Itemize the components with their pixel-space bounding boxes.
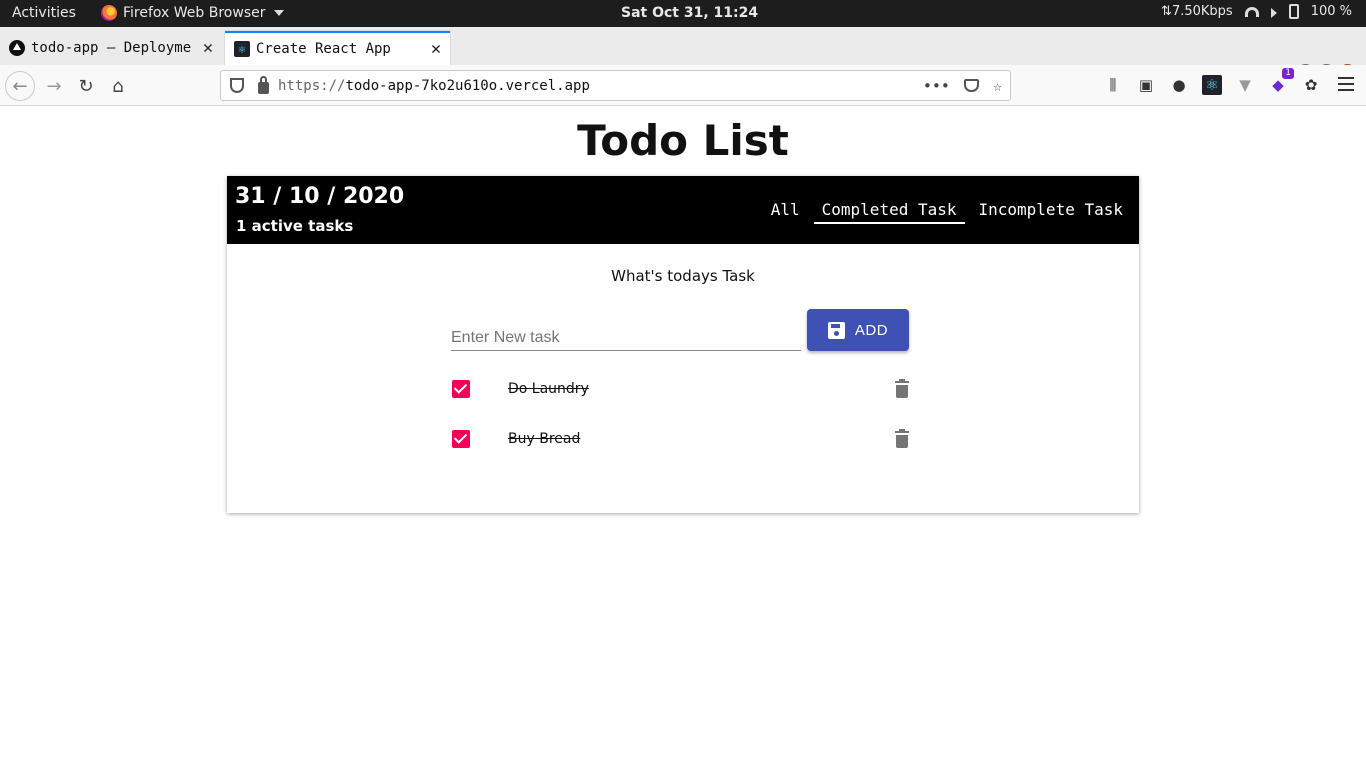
system-status-area[interactable]: ⇅7.50Kbps 100 % bbox=[1161, 4, 1352, 19]
vue-devtools-icon[interactable]: ▼ bbox=[1235, 75, 1255, 95]
toolbar-extensions: ⫼ ▣ ● ⚛ ▼ ◆ 1 ✿ bbox=[1103, 68, 1321, 95]
vercel-icon bbox=[9, 40, 25, 56]
filter-incomplete[interactable]: Incomplete Task bbox=[979, 200, 1124, 224]
tracking-protection-icon[interactable] bbox=[230, 78, 244, 93]
save-icon bbox=[827, 321, 845, 339]
add-button-label: ADD bbox=[854, 321, 889, 339]
tab-title: todo-app – Deployme bbox=[31, 40, 192, 56]
tab-create-react-app[interactable]: ⚛ Create React App ✕ bbox=[225, 31, 450, 65]
current-date: 31 / 10 / 2020 bbox=[235, 184, 405, 209]
page-actions-icon[interactable]: ••• bbox=[923, 77, 950, 95]
tab-title: Create React App bbox=[256, 41, 391, 57]
forward-button[interactable]: → bbox=[39, 71, 69, 101]
close-tab-icon[interactable]: ✕ bbox=[198, 38, 218, 58]
todo-header: 31 / 10 / 2020 1 active tasks All Comple… bbox=[227, 176, 1139, 244]
volume-icon bbox=[1270, 7, 1277, 18]
home-button[interactable]: ⌂ bbox=[103, 71, 133, 101]
wifi-icon bbox=[1244, 6, 1259, 17]
network-speed: ⇅7.50Kbps bbox=[1161, 4, 1233, 19]
task-text: Do Laundry bbox=[508, 381, 589, 397]
battery-percent: 100 % bbox=[1310, 4, 1352, 19]
active-task-count: 1 active tasks bbox=[236, 217, 354, 235]
gnome-extension-icon[interactable]: ✿ bbox=[1301, 75, 1321, 95]
app-menu[interactable]: Firefox Web Browser bbox=[101, 5, 284, 21]
navigation-toolbar: ← → ↻ ⌂ https://todo-app-7ko2u610o.verce… bbox=[0, 65, 1366, 106]
chevron-down-icon bbox=[273, 10, 284, 16]
delete-icon[interactable] bbox=[895, 429, 909, 449]
react-icon: ⚛ bbox=[234, 41, 250, 57]
filter-all[interactable]: All bbox=[771, 200, 800, 224]
back-button[interactable]: ← bbox=[5, 71, 35, 101]
library-icon[interactable]: ⫼ bbox=[1103, 75, 1123, 95]
task-checkbox[interactable] bbox=[452, 430, 470, 448]
firefox-icon bbox=[101, 5, 117, 21]
clock[interactable]: Sat Oct 31, 11:24 bbox=[621, 5, 758, 21]
task-text: Buy Bread bbox=[508, 431, 581, 447]
reload-button[interactable]: ↻ bbox=[71, 71, 101, 101]
battery-icon bbox=[1288, 4, 1299, 19]
system-top-bar: Activities Firefox Web Browser Sat Oct 3… bbox=[0, 0, 1366, 27]
task-item: Do Laundry bbox=[451, 375, 915, 405]
app-menu-label: Firefox Web Browser bbox=[123, 5, 266, 21]
new-task-input[interactable] bbox=[451, 319, 801, 351]
page-title: Todo List bbox=[577, 116, 789, 165]
lock-icon[interactable] bbox=[258, 75, 269, 94]
tab-strip: todo-app – Deployme ✕ ⚛ Create React App… bbox=[0, 27, 1366, 86]
tab-todo-app-deployment[interactable]: todo-app – Deployme ✕ bbox=[0, 31, 222, 65]
task-item: Buy Bread bbox=[451, 425, 915, 455]
extension-avatar-icon[interactable]: ● bbox=[1169, 75, 1189, 95]
delete-icon[interactable] bbox=[895, 379, 909, 399]
close-tab-icon[interactable]: ✕ bbox=[426, 39, 446, 59]
extension-badge-icon[interactable]: ◆ 1 bbox=[1268, 68, 1294, 95]
url-bar[interactable]: https://todo-app-7ko2u610o.vercel.app ••… bbox=[220, 70, 1011, 101]
sidebar-icon[interactable]: ▣ bbox=[1136, 75, 1156, 95]
activities-button[interactable]: Activities bbox=[12, 5, 76, 21]
filter-completed[interactable]: Completed Task bbox=[813, 200, 965, 224]
url-text[interactable]: https://todo-app-7ko2u610o.vercel.app bbox=[278, 78, 923, 94]
menu-icon[interactable] bbox=[1338, 77, 1354, 95]
task-filters: All Completed Task Incomplete Task bbox=[771, 200, 1123, 224]
task-prompt: What's todays Task bbox=[611, 267, 755, 285]
pocket-icon[interactable] bbox=[963, 79, 979, 92]
add-task-button[interactable]: ADD bbox=[807, 309, 909, 351]
task-checkbox[interactable] bbox=[452, 380, 470, 398]
web-page: Todo List 31 / 10 / 2020 1 active tasks … bbox=[0, 106, 1366, 768]
react-devtools-icon[interactable]: ⚛ bbox=[1202, 75, 1222, 95]
todo-card: 31 / 10 / 2020 1 active tasks All Comple… bbox=[227, 176, 1139, 513]
bookmark-star-icon[interactable]: ☆ bbox=[993, 77, 1002, 95]
extension-badge-count: 1 bbox=[1282, 68, 1294, 79]
